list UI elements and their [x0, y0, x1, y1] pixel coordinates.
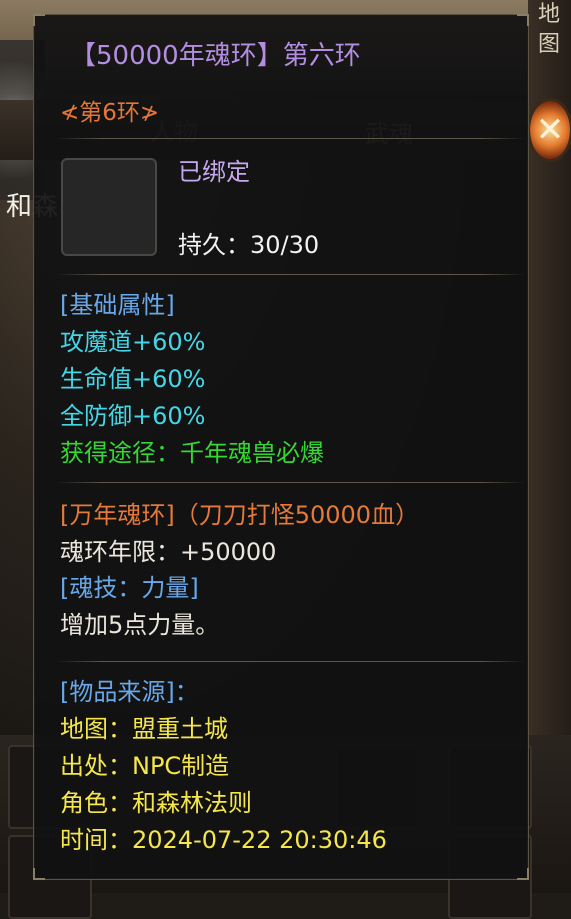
corner-ornament: [33, 14, 45, 26]
divider: [56, 138, 526, 139]
corner-ornament: [33, 868, 45, 880]
close-icon[interactable]: ✕: [527, 98, 571, 162]
item-title: 【50000年魂环】第六环: [70, 41, 361, 71]
soul-skill-header: [魂技：力量]: [60, 574, 199, 602]
source-origin: 出处：NPC制造: [60, 752, 230, 780]
durability: 持久：30/30: [178, 231, 320, 259]
corner-ornament: [517, 14, 529, 26]
source-time: 时间：2024-07-22 20:30:46: [60, 826, 387, 854]
divider: [56, 482, 526, 483]
map-button[interactable]: 地图: [530, 0, 568, 62]
attribute-hp: 生命值+60%: [60, 365, 206, 393]
attribute-attack: 攻魔道+60%: [60, 328, 206, 356]
item-icon-slot: [61, 158, 157, 256]
divider: [56, 274, 526, 275]
source-role: 角色：和森林法则: [60, 789, 252, 817]
source-map: 地图：盟重土城: [60, 715, 228, 743]
obtain-method: 获得途径：千年魂兽必爆: [60, 439, 324, 467]
ring-type: [万年魂环]（刀刀打怪50000血）: [60, 501, 420, 529]
item-tooltip: 【50000年魂环】第六环 ≮第6环≯ 已绑定 持久：30/30 [基础属性] …: [33, 14, 529, 880]
soul-skill-description: 增加5点力量。: [60, 611, 220, 639]
item-source-header: [物品来源]：: [60, 678, 199, 706]
ring-level-label: ≮第6环≯: [60, 100, 160, 126]
corner-ornament: [517, 868, 529, 880]
base-attributes-header: [基础属性]: [60, 291, 175, 319]
bound-status: 已绑定: [178, 158, 250, 186]
ring-years: 魂环年限：+50000: [60, 538, 277, 566]
divider: [56, 661, 526, 662]
attribute-defense: 全防御+60%: [60, 402, 206, 430]
